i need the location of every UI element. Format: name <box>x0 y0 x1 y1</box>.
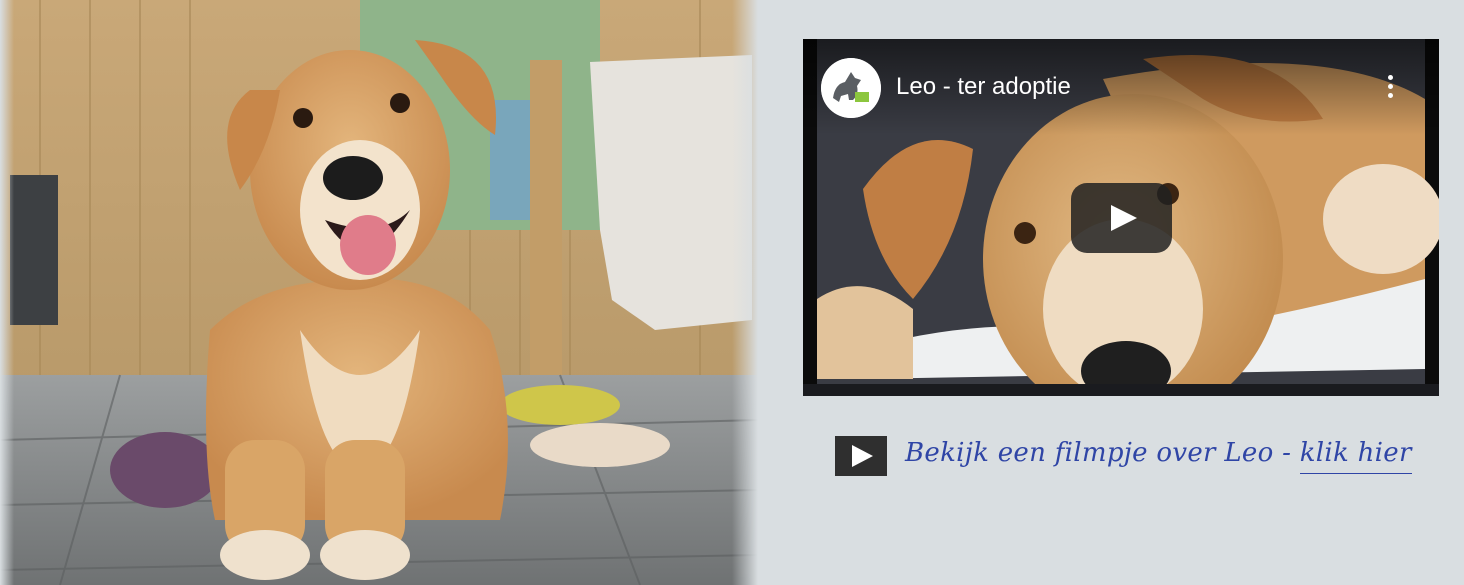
watch-video-prefix: Bekijk een filmpje over Leo - <box>905 438 1300 468</box>
watch-video-link[interactable]: klik hier <box>1299 438 1412 474</box>
more-vertical-icon[interactable] <box>1387 75 1395 101</box>
video-title[interactable]: Leo - ter adoptie <box>896 73 1071 101</box>
video-embed[interactable]: Leo - ter adoptie <box>803 39 1439 396</box>
play-button[interactable] <box>1071 183 1172 253</box>
dog-photo <box>0 0 758 585</box>
play-icon[interactable] <box>835 436 887 476</box>
dog-logo-icon[interactable] <box>821 58 881 118</box>
photo-edge-fade-right <box>732 0 758 585</box>
photo-edge-fade-left <box>0 0 14 585</box>
play-icon <box>1111 205 1137 231</box>
watch-video-text: Bekijk een filmpje over Leo - klik hier <box>905 438 1412 474</box>
